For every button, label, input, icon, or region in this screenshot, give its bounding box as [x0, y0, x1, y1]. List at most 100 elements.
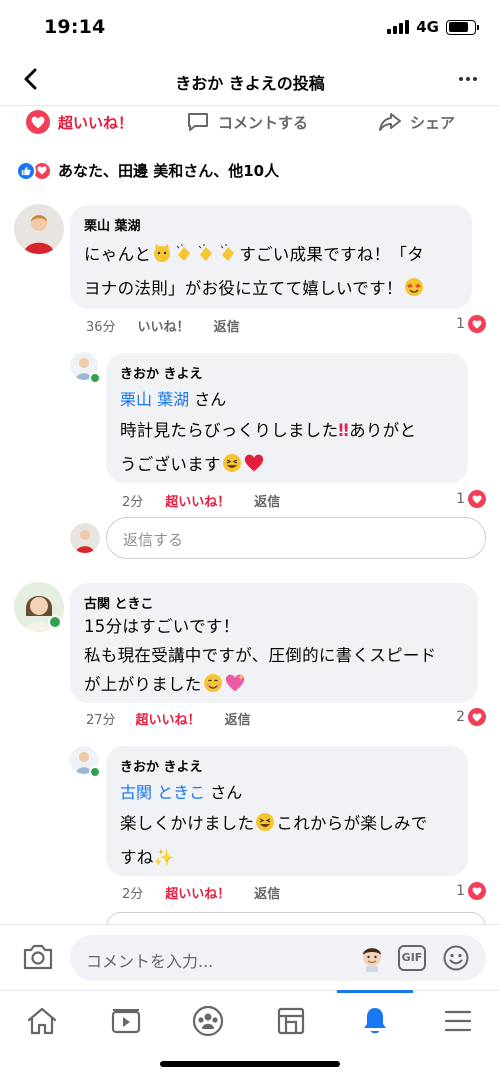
menu-icon [444, 1010, 472, 1032]
reply-mention: 古関 ときこ さん [120, 783, 243, 802]
more-options-button[interactable] [454, 66, 482, 92]
mention-link[interactable]: 栗山 葉湖 [120, 390, 189, 409]
reply-like-button[interactable]: 超いいね！ [165, 491, 230, 510]
laughing-emoji-icon [222, 454, 241, 472]
battery-icon [446, 19, 479, 35]
reply-bubble: きおか きよえ 栗山 葉湖 さん 時計見たらびっくりしました‼ありがと うござい… [106, 353, 468, 483]
sparkles-icon: ✨ [153, 848, 175, 867]
clap-emoji-icon [176, 244, 191, 261]
reply-author[interactable]: きおか きよえ [120, 363, 454, 382]
heart-icon [468, 708, 486, 726]
status-time: 19:14 [44, 16, 106, 38]
comment-input-placeholder: コメントを入力... [86, 952, 214, 971]
marketplace-icon [277, 1007, 305, 1035]
comment-icon [188, 113, 208, 131]
like-badge-icon [16, 160, 36, 181]
sparkling-heart-icon [225, 674, 244, 692]
reply-time: 2分 [122, 495, 144, 510]
avatar-sticker-icon[interactable] [358, 944, 386, 972]
clap-emoji-icon [198, 244, 213, 261]
star-eyes-emoji-icon [404, 278, 423, 296]
online-status-icon [89, 372, 101, 384]
comment-bubble: 栗山 葉湖 にゃんと すごい成果ですね！「タ ヨナの法則」がお役に立てて嬉しいです… [70, 205, 472, 309]
avatar[interactable] [14, 204, 64, 254]
reply-reply-button[interactable]: 返信 [254, 883, 280, 902]
comment-reply-button[interactable]: 返信 [214, 316, 240, 335]
share-icon [379, 113, 401, 131]
camera-button[interactable] [22, 942, 54, 976]
love-reaction-button[interactable]: 超いいね！ [26, 110, 133, 134]
comment-reaction-count[interactable]: 2 [456, 708, 486, 726]
reply-meta: 2分 超いいね！ 返信 [122, 883, 280, 902]
status-bar: 19:14 4G [0, 0, 500, 54]
comment-input[interactable]: コメントを入力... GIF [70, 935, 486, 981]
comment-meta: 36分 いいね！ 返信 [86, 316, 240, 335]
comment-composer: コメントを入力... GIF [0, 924, 500, 990]
comment-text: にゃんと すごい成果ですね！「タ ヨナの法則」がお役に立てて嬉しいです！ [84, 244, 425, 298]
nav-notifications[interactable] [337, 990, 413, 1039]
nav-groups[interactable] [188, 1003, 228, 1039]
nav-video[interactable] [106, 1003, 146, 1039]
reply-reaction-count[interactable]: 1 [456, 490, 486, 508]
red-heart-icon [244, 454, 263, 472]
double-exclamation-icon: ‼ [338, 421, 350, 440]
status-indicators: 4G [387, 18, 479, 36]
comment-button[interactable]: コメントする [186, 110, 308, 134]
post-header: きおか きよえの投稿 [0, 54, 500, 106]
home-icon [27, 1007, 57, 1035]
heart-icon [468, 882, 486, 900]
comment-time: 36分 [86, 320, 116, 335]
love-reaction-label: 超いいね！ [58, 113, 134, 132]
reply-input[interactable]: 返信する [106, 517, 486, 559]
groups-icon [192, 1005, 224, 1037]
comment-time: 27分 [86, 713, 116, 728]
avatar [70, 523, 100, 553]
reply-author[interactable]: きおか きよえ [120, 756, 454, 775]
comment-meta: 27分 超いいね！ 返信 [86, 709, 251, 728]
heart-icon [468, 490, 486, 508]
emoji-picker-icon[interactable] [442, 944, 470, 972]
laughing-emoji-icon [256, 813, 275, 831]
post-actions: 超いいね！ コメントする シェア [0, 106, 500, 144]
comment-author[interactable]: 栗山 葉湖 [84, 215, 458, 234]
reply-text: 楽しくかけました これからが楽しみで すね✨ [120, 813, 428, 867]
reply-text: 時計見たらびっくりしました‼ありがと うございます [120, 421, 417, 474]
gif-icon[interactable]: GIF [398, 945, 426, 971]
reactions-text: あなた、田邊 美和さん、他10人 [58, 162, 280, 180]
reply-mention: 栗山 葉湖 さん [120, 390, 227, 409]
comment-label: コメントする [218, 113, 309, 132]
reply-reaction-count[interactable]: 1 [456, 882, 486, 900]
comment-reply-button[interactable]: 返信 [225, 709, 251, 728]
comment-bubble: 古関 ときこ 15分はすごいです！ 私も現在受講中ですが、圧倒的に書くスピード … [70, 583, 478, 703]
camera-icon [23, 944, 53, 970]
cat-emoji-icon [154, 244, 171, 262]
notifications-icon [364, 1008, 386, 1034]
share-button[interactable]: シェア [378, 110, 455, 134]
reply-like-button[interactable]: 超いいね！ [165, 883, 230, 902]
heart-icon [468, 315, 486, 333]
reply-reply-button[interactable]: 返信 [254, 491, 280, 510]
video-icon [111, 1009, 141, 1034]
nav-marketplace[interactable] [271, 1003, 311, 1039]
reply-bubble: きおか きよえ 古関 ときこ さん 楽しくかけました これからが楽しみで すね✨ [106, 746, 468, 876]
heart-icon [26, 110, 50, 134]
comment-reaction-count[interactable]: 1 [456, 315, 486, 333]
online-status-icon [48, 615, 62, 629]
reply-meta: 2分 超いいね！ 返信 [122, 491, 280, 510]
bottom-nav [0, 990, 500, 1082]
reactions-summary[interactable]: あなた、田邊 美和さん、他10人 [16, 160, 279, 181]
comment-author[interactable]: 古関 ときこ [84, 593, 464, 612]
page-title: きおか きよえの投稿 [175, 74, 325, 93]
comment-like-button[interactable]: 超いいね！ [136, 709, 201, 728]
nav-menu[interactable] [438, 1003, 478, 1039]
comment-text: 15分はすごいです！ 私も現在受講中ですが、圧倒的に書くスピード が上がりました [84, 617, 437, 694]
reply-time: 2分 [122, 887, 144, 902]
nav-home[interactable] [22, 1003, 62, 1039]
online-status-icon [89, 766, 101, 778]
home-indicator [160, 1061, 340, 1067]
clap-emoji-icon [220, 244, 235, 261]
signal-icon [387, 20, 410, 34]
network-label: 4G [416, 18, 439, 36]
comment-like-button[interactable]: いいね！ [138, 316, 190, 335]
mention-link[interactable]: 古関 ときこ [120, 783, 205, 802]
